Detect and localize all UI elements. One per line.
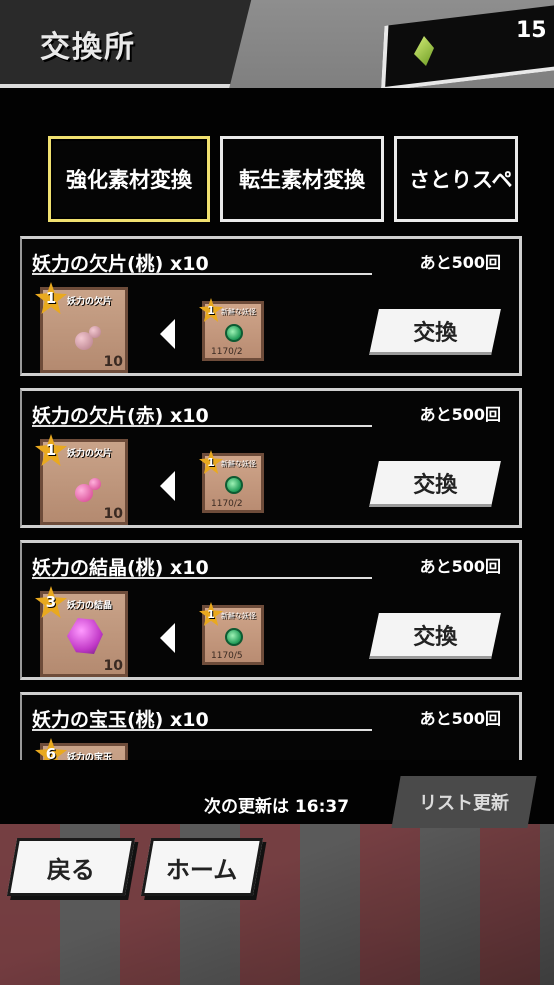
home-button[interactable]: ホーム <box>140 838 264 896</box>
divider <box>32 577 372 579</box>
currency-count: 15 <box>516 18 547 43</box>
star-rarity-icon: 1 <box>35 434 67 466</box>
reward-item-tile[interactable]: 3 妖力の結晶 10 <box>35 586 128 677</box>
cost-item-count: 1170/5 <box>211 651 243 661</box>
green-gem-icon <box>225 324 243 342</box>
reward-item-tile[interactable]: 1 妖力の欠片 10 <box>35 282 128 373</box>
reward-item-tile[interactable]: 1 妖力の欠片 10 <box>35 434 128 525</box>
reward-item-label: 妖力の欠片 <box>67 297 113 307</box>
exchange-item: 妖力の欠片(桃) x10 あと500回 1 妖力の欠片 10 1 新鮮な妖怪 1… <box>20 236 522 376</box>
next-update-time: 次の更新は 16:37 <box>204 797 350 817</box>
star-rarity-icon: 1 <box>199 298 223 322</box>
divider <box>32 729 372 731</box>
item-name: 妖力の欠片(赤) x10 <box>32 405 209 427</box>
cost-item-label: 新鮮な妖怪 <box>221 308 256 316</box>
refresh-list-button[interactable]: リスト更新 <box>391 776 537 828</box>
exchange-button[interactable]: 交換 <box>369 461 501 507</box>
divider <box>32 425 372 427</box>
reward-item-qty: 10 <box>103 658 123 674</box>
exchange-button-label: 交換 <box>413 624 458 650</box>
reward-item-qty: 10 <box>103 506 123 522</box>
cost-item-tile[interactable]: 1 新鮮な妖怪 1170/5 <box>199 602 264 665</box>
red-orb-icon <box>75 476 105 506</box>
exchange-item: 妖力の欠片(赤) x10 あと500回 1 妖力の欠片 10 1 新鮮な妖怪 1… <box>20 388 522 528</box>
page-title: 交換所 <box>40 30 136 65</box>
reward-item-qty: 10 <box>103 354 123 370</box>
home-button-label: ホーム <box>166 855 238 884</box>
green-gem-icon <box>225 476 243 494</box>
exchange-list[interactable]: 妖力の欠片(桃) x10 あと500回 1 妖力の欠片 10 1 新鮮な妖怪 1… <box>0 230 554 760</box>
remaining-count: あと500回 <box>419 557 501 576</box>
cost-item-count: 1170/2 <box>211 499 243 509</box>
remaining-count: あと500回 <box>419 253 501 272</box>
item-name: 妖力の結晶(桃) x10 <box>32 557 209 579</box>
item-name: 妖力の宝玉(桃) x10 <box>32 709 209 731</box>
arrow-left-icon <box>160 623 175 653</box>
exchange-button-label: 交換 <box>413 472 458 498</box>
cost-item-tile[interactable]: 1 新鮮な妖怪 1170/2 <box>199 450 264 513</box>
back-button[interactable]: 戻る <box>6 838 136 896</box>
arrow-left-icon <box>160 471 175 501</box>
reward-item-label: 妖力の宝玉 <box>67 753 113 760</box>
star-rarity-icon: 1 <box>35 282 67 314</box>
purple-crystal-icon <box>67 618 103 654</box>
cost-item-count: 1170/2 <box>211 347 243 357</box>
star-rarity-icon: 1 <box>199 450 223 474</box>
tab-enhance-material[interactable]: 強化素材変換 <box>48 136 210 222</box>
currency-panel <box>380 2 554 92</box>
exchange-item: 妖力の結晶(桃) x10 あと500回 3 妖力の結晶 10 1 新鮮な妖怪 1… <box>20 540 522 680</box>
item-name: 妖力の欠片(桃) x10 <box>32 253 209 275</box>
remaining-count: あと500回 <box>419 405 501 424</box>
remaining-count: あと500回 <box>419 709 501 728</box>
reward-item-tile[interactable]: 6 妖力の宝玉 <box>35 738 128 760</box>
exchange-button[interactable]: 交換 <box>369 309 501 355</box>
cost-item-tile[interactable]: 1 新鮮な妖怪 1170/2 <box>199 298 264 361</box>
reward-item-label: 妖力の結晶 <box>67 601 113 611</box>
back-button-label: 戻る <box>47 855 95 884</box>
arrow-left-icon <box>160 319 175 349</box>
tab-reincarnation-material[interactable]: 転生素材変換 <box>220 136 384 222</box>
star-rarity-icon: 6 <box>35 738 67 760</box>
exchange-button[interactable]: 交換 <box>369 613 501 659</box>
cost-item-label: 新鮮な妖怪 <box>221 460 256 468</box>
refresh-list-label: リスト更新 <box>419 793 509 814</box>
star-rarity-icon: 3 <box>35 586 67 618</box>
exchange-button-label: 交換 <box>413 320 458 346</box>
divider <box>32 273 372 275</box>
green-gem-icon <box>225 628 243 646</box>
cost-item-label: 新鮮な妖怪 <box>221 612 256 620</box>
star-rarity-icon: 1 <box>199 602 223 626</box>
exchange-item: 妖力の宝玉(桃) x10 あと500回 6 妖力の宝玉 1 <box>20 692 522 760</box>
pink-orb-icon <box>75 324 105 354</box>
tab-satori-special[interactable]: さとりスペ <box>394 136 518 222</box>
reward-item-label: 妖力の欠片 <box>67 449 113 459</box>
